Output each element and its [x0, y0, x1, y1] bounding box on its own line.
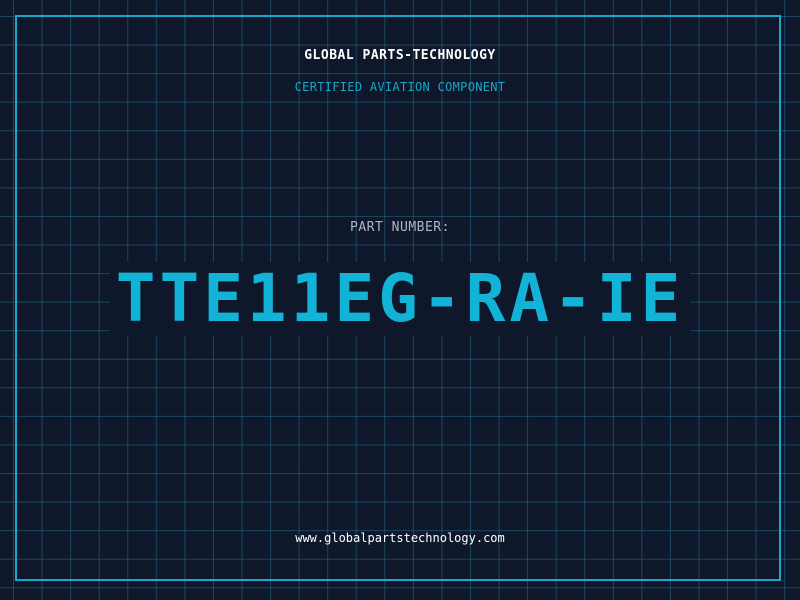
certification-subtitle: CERTIFIED AVIATION COMPONENT: [294, 80, 506, 94]
company-name: GLOBAL PARTS-TECHNOLOGY: [304, 48, 496, 63]
part-number-container: TTE11EG-RA-IE: [0, 262, 800, 336]
part-number-label: PART NUMBER:: [350, 220, 450, 235]
website-url: www.globalpartstechnology.com: [295, 531, 505, 545]
part-label-card: GLOBAL PARTS-TECHNOLOGY CERTIFIED AVIATI…: [0, 0, 800, 600]
part-number-value: TTE11EG-RA-IE: [109, 262, 691, 336]
